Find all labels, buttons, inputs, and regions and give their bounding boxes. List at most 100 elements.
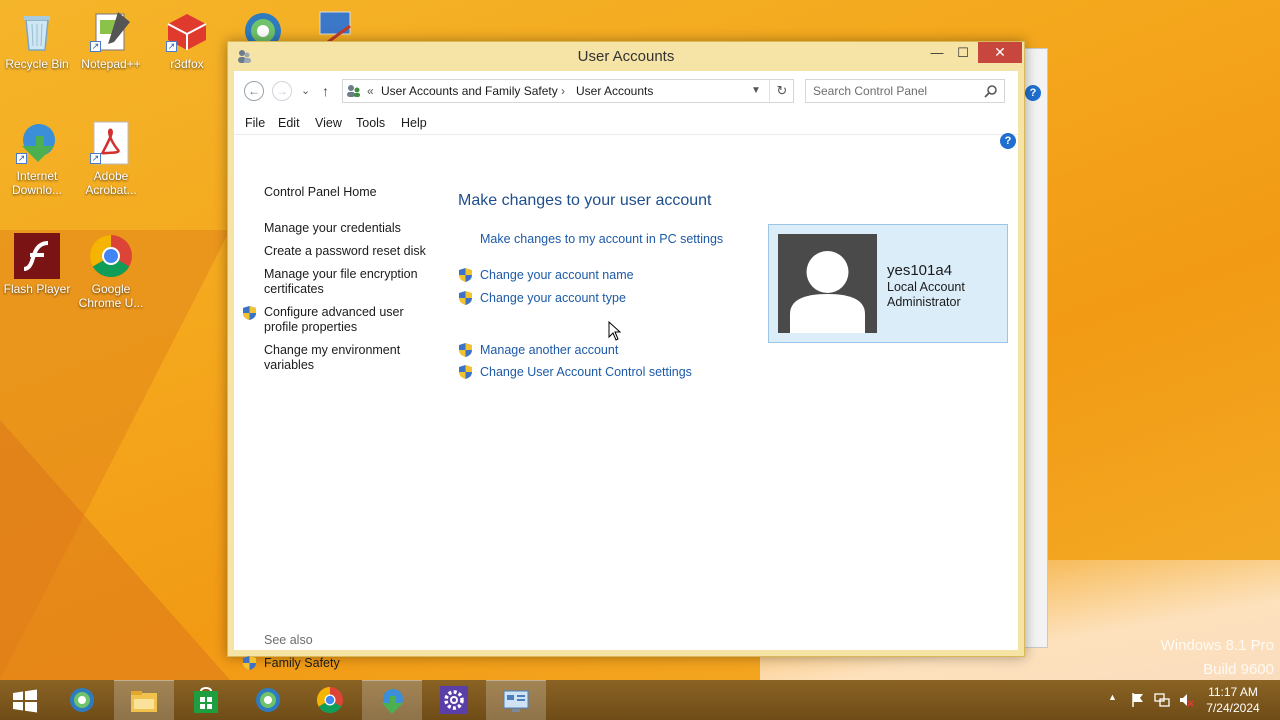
show-hidden-icons-button[interactable]: ▲ — [1108, 692, 1117, 720]
uac-shield-icon — [459, 365, 472, 379]
up-button[interactable]: ↑ — [322, 81, 329, 101]
r3dfox-icon: ↗ — [164, 8, 210, 54]
taskbar-settings[interactable] — [424, 680, 484, 720]
desktop-icon-google-chrome[interactable]: Google Chrome U... — [74, 233, 148, 310]
manage-another-account-link[interactable]: Manage another account — [480, 343, 618, 358]
taskbar-internet-download-manager[interactable] — [362, 680, 422, 720]
uac-shield-icon — [459, 291, 472, 305]
forward-button[interactable]: → — [272, 81, 292, 101]
environment-variables-link[interactable]: Change my environment variables — [264, 343, 434, 373]
user-accounts-window[interactable]: User Accounts — ☐ ✕ ← → ⌄ ↑ « User Accou… — [227, 41, 1025, 670]
page-title: Make changes to your user account — [458, 192, 712, 209]
account-tile[interactable]: yes101a4 Local Account Administrator — [768, 224, 1008, 343]
breadcrumb-separator[interactable]: › — [561, 80, 565, 102]
taskbar: ▲ 11:17 AM 7/24/2024 — [0, 680, 1280, 720]
account-role: Administrator — [887, 295, 961, 309]
minimize-button[interactable]: — — [924, 42, 950, 63]
chevron-down-icon[interactable]: ▼ — [751, 80, 761, 102]
file-encryption-certificates-link[interactable]: Manage your file encryption certificates — [264, 267, 434, 297]
family-safety-link[interactable]: Family Safety — [264, 656, 340, 671]
network-icon[interactable] — [1154, 692, 1170, 708]
wallpaper-shape — [0, 420, 230, 680]
change-account-name-link[interactable]: Change your account name — [480, 268, 634, 283]
clock-time: 11:17 AM — [1208, 685, 1258, 699]
chrome-icon — [88, 233, 134, 279]
search-input[interactable] — [813, 81, 983, 101]
navigation-bar: ← → ⌄ ↑ « User Accounts and Family Safet… — [234, 71, 1018, 111]
internet-download-manager-icon: ↗ — [14, 120, 60, 166]
window-client-area: ← → ⌄ ↑ « User Accounts and Family Safet… — [234, 71, 1018, 670]
taskbar-browser[interactable] — [52, 680, 112, 720]
internet-download-manager-icon — [382, 689, 403, 714]
shortcut-arrow-icon: ↗ — [16, 153, 27, 164]
recent-locations-button[interactable]: ⌄ — [301, 81, 310, 101]
gear-icon — [440, 686, 468, 714]
windows-logo-icon — [13, 689, 37, 713]
account-type: Local Account — [887, 280, 965, 294]
maximize-button[interactable]: ☐ — [950, 42, 976, 63]
breadcrumb-user-accounts-and-family-safety[interactable]: User Accounts and Family Safety — [381, 80, 558, 102]
change-account-type-link[interactable]: Change your account type — [480, 291, 626, 306]
control-panel-icon — [347, 85, 360, 97]
password-reset-disk-link[interactable]: Create a password reset disk — [264, 244, 434, 259]
desktop-icon-adobe-acrobat[interactable]: ↗ Adobe Acrobat... — [74, 120, 148, 197]
mouse-cursor-icon — [608, 321, 622, 341]
start-button[interactable] — [0, 680, 52, 720]
adobe-acrobat-icon: ↗ — [88, 120, 134, 166]
pc-settings-link[interactable]: Make changes to my account in PC setting… — [480, 232, 723, 247]
search-box[interactable] — [805, 79, 1005, 103]
control-panel-home-link[interactable]: Control Panel Home — [264, 185, 377, 200]
folder-icon — [131, 691, 157, 712]
taskbar-browser-2[interactable] — [238, 680, 298, 720]
desktop-icon-recycle-bin[interactable]: Recycle Bin — [0, 8, 74, 71]
recycle-bin-icon — [14, 8, 60, 54]
advanced-user-profile-link[interactable]: Configure advanced user profile properti… — [264, 305, 434, 335]
chrome-icon — [316, 686, 343, 714]
uac-shield-icon — [459, 343, 472, 357]
search-icon[interactable] — [984, 84, 998, 98]
close-button[interactable]: ✕ — [978, 42, 1022, 63]
uac-settings-link[interactable]: Change User Account Control settings — [480, 365, 692, 380]
shortcut-arrow-icon: ↗ — [90, 153, 101, 164]
back-button[interactable]: ← — [244, 81, 264, 101]
taskbar-store[interactable] — [176, 680, 236, 720]
uac-shield-icon — [243, 306, 256, 320]
desktop-icon-internet-download-manager[interactable]: ↗ Internet Downlo... — [0, 120, 74, 197]
desktop-icon-r3dfox[interactable]: ↗ r3dfox — [150, 8, 224, 71]
uac-shield-icon — [459, 268, 472, 282]
control-panel-icon — [503, 690, 529, 712]
clock-date: 7/24/2024 — [1206, 701, 1260, 715]
flash-player-icon — [14, 233, 60, 279]
refresh-button[interactable]: ↻ — [769, 80, 794, 102]
manage-credentials-link[interactable]: Manage your credentials — [264, 221, 434, 236]
taskbar-file-explorer[interactable] — [114, 680, 174, 720]
address-bar[interactable]: « User Accounts and Family Safety › User… — [342, 79, 794, 103]
help-icon[interactable]: ? — [1000, 133, 1016, 149]
shortcut-arrow-icon: ↗ — [166, 41, 177, 52]
menu-file[interactable]: File — [245, 116, 265, 130]
windows-build-watermark: Build 9600 — [1203, 661, 1274, 678]
menu-edit[interactable]: Edit — [278, 116, 300, 130]
see-also-label: See also — [264, 633, 313, 647]
avatar — [778, 234, 877, 333]
shortcut-arrow-icon: ↗ — [90, 41, 101, 52]
menu-view[interactable]: View — [315, 116, 342, 130]
title-bar[interactable]: User Accounts — ☐ ✕ — [228, 42, 1024, 70]
taskbar-control-panel[interactable] — [486, 680, 546, 720]
help-icon[interactable]: ? — [1025, 85, 1041, 101]
windows-edition-watermark: Windows 8.1 Pro — [1160, 637, 1274, 654]
volume-muted-icon[interactable] — [1178, 692, 1194, 708]
globe-icon — [256, 688, 280, 712]
desktop-icon-notepad-plus-plus[interactable]: ↗ Notepad++ — [74, 8, 148, 71]
window-title: User Accounts — [577, 48, 675, 65]
menu-tools[interactable]: Tools — [356, 116, 385, 130]
notepad-plus-plus-icon: ↗ — [88, 8, 134, 54]
breadcrumb-user-accounts[interactable]: User Accounts — [576, 80, 653, 102]
taskbar-chrome[interactable] — [300, 680, 360, 720]
action-center-flag-icon[interactable] — [1130, 692, 1146, 708]
breadcrumb-overflow[interactable]: « — [367, 80, 374, 102]
store-icon — [194, 687, 218, 713]
system-clock[interactable]: 11:17 AM 7/24/2024 — [1200, 684, 1266, 716]
menu-help[interactable]: Help — [401, 116, 427, 130]
desktop-icon-flash-player[interactable]: Flash Player — [0, 233, 74, 296]
